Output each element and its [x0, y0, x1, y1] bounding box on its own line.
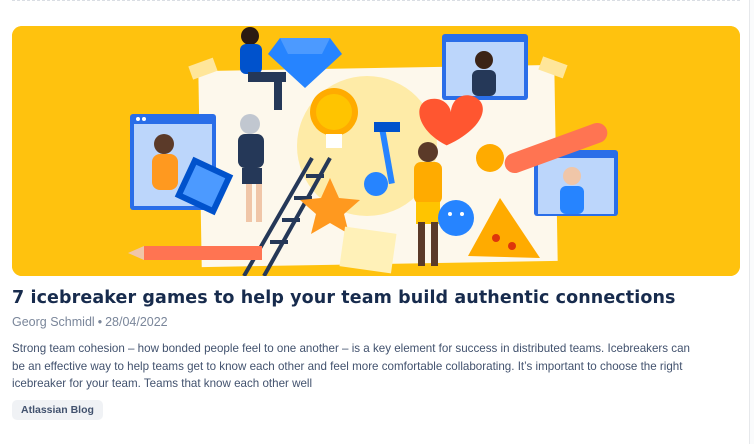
hero-image[interactable]: [12, 26, 740, 276]
author-name: Georg Schmidl: [12, 315, 95, 329]
meta-separator: •: [97, 315, 103, 329]
top-divider: [12, 0, 740, 1]
scroll-edge: [749, 0, 754, 444]
article-excerpt: Strong team cohesion – how bonded people…: [12, 342, 690, 390]
article-title[interactable]: 7 icebreaker games to help your team bui…: [12, 286, 732, 310]
source-tag[interactable]: Atlassian Blog: [12, 400, 103, 420]
hero-illustration: [12, 26, 740, 276]
publish-date: 28/04/2022: [105, 315, 168, 329]
article-meta: Georg Schmidl • 28/04/2022: [12, 314, 168, 330]
